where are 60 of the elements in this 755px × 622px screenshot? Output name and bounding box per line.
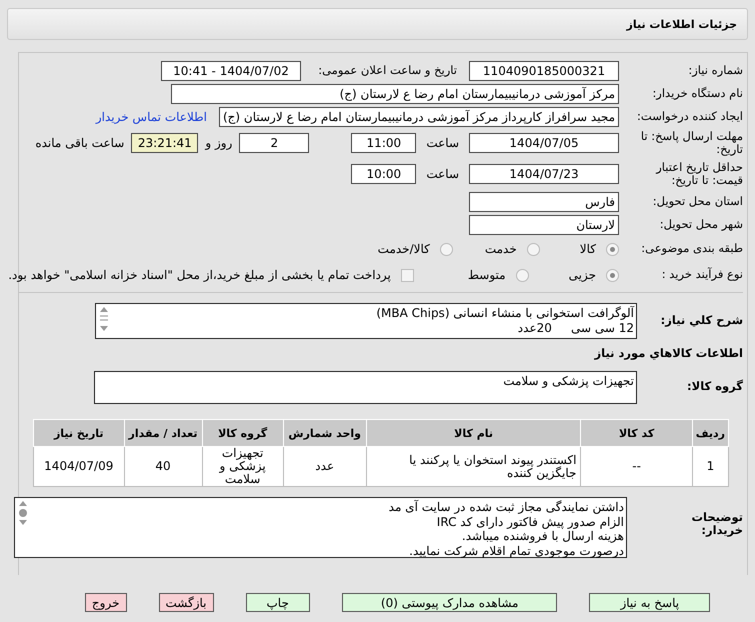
radio-label: خدمت [484,242,517,256]
goods-group-box: تجهیزات پزشکی و سلامت [94,370,637,404]
field-label: شرح کلي نياز: [660,314,743,328]
field-label: تاریخ و ساعت اعلان عمومی: [317,64,457,78]
field-label: حداقل تاریخ اعتبار قیمت: تا تاریخ: [654,160,743,188]
field-label: شماره نیاز: [687,64,743,78]
action-button[interactable]: بازگشت [158,593,214,612]
column-header: تعداد / مقدار [124,420,202,446]
column-header: گروه کالا [202,420,284,446]
days-field: 2 [239,133,310,153]
requester-field: مجید سرافراز کارپرداز مرکز آموزشی درمانیبیمارستان امام رضا ع لارستان (ج) [219,106,619,126]
field-label: نوع فرآیند خرید : [660,268,743,282]
action-button[interactable]: پاسخ به نیاز [589,593,710,612]
radio-label: کالا [580,242,596,256]
radio-label: جزیی [568,268,596,282]
action-button[interactable]: چاپ [246,593,310,612]
table-cell: اکستندر پیوند استخوان یا پرکنند یا جایگزین کننده [366,446,581,486]
field-label: مهلت ارسال پاسخ: تا تاریخ: [640,130,743,156]
field-label: طبقه بندی موضوعی: [640,242,743,256]
description-box: آلوگرافت استخوانی با منشاء انسانی (MBA Chips) 12 سی سی 20عدد [95,303,637,339]
table-cell: -- [580,446,692,486]
column-header: نام کالا [366,420,581,446]
deadline-date-field: 1404/07/05 [469,133,619,153]
remaining-label: ساعت باقی مانده [35,136,124,150]
field-label: ایجاد کننده درخواست: [636,110,743,124]
radio-label: متوسط [468,268,506,282]
column-header: کد کالا [580,420,692,446]
buyer-field: مرکز آموزشی درمانیبیمارستان امام رضا ع لارستان (ج) [171,84,619,104]
table-cell: 40 [124,446,202,486]
announce-date-field: 1404/07/02 - 10:41 [161,60,301,80]
field-label: استان محل تحویل: [652,194,743,208]
contact-link[interactable]: اطلاعات تماس خریدار [96,110,207,124]
province-field: فارس [469,192,619,212]
field-label: شهر محل تحویل: [658,218,743,232]
action-button[interactable]: مشاهده مدارک پیوستی (0) [342,593,558,612]
table-cell: عدد [283,446,366,486]
validity-time-field: 10:00 [351,164,416,184]
days-label: روز و [205,136,232,150]
deadline-time-field: 11:00 [351,133,416,153]
field-label: گروه کالا: [686,380,743,394]
radio-label: کالا/خدمت [378,242,430,256]
need-number-field: 1104090185000321 [469,60,619,80]
column-header: ردیف [692,420,728,446]
remaining-time-field: 23:21:41 [131,133,198,153]
section-title: اطلاعات کالاهاي مورد نياز [593,347,743,361]
action-button[interactable]: خروج [84,593,126,612]
field-label: نام دستگاه خریدار: [651,86,743,100]
time-label: ساعت [426,167,459,181]
page-title: جزئیات اطلاعات نیاز [626,18,737,30]
checkbox-label: پرداخت تمام یا بخشی از مبلغ خرید،از محل "اسناد خزانه اسلامی" خواهد بود. [8,268,391,282]
table-cell: 1 [692,446,728,486]
table-cell: تجهیزات پزشکی و سلامت [202,446,284,486]
notes-box: داشتن نمایندگی مجاز ثبت شده در سایت آی مد الزام صدور پیش فاکتور دارای کد IRC هزینه ارسال با فروشنده میباشد. درصورت موجودی تمام اقلام شرکت نمایید. [14,497,627,558]
validity-date-field: 1404/07/23 [469,164,619,184]
column-header: واحد شمارش [283,420,366,446]
table-cell: 1404/07/09 [34,446,124,486]
time-label: ساعت [426,136,459,150]
field-label: توضیحات خریدار: [690,511,743,538]
city-field: لارستان [469,214,619,234]
column-header: تاریخ نیاز [34,420,124,446]
